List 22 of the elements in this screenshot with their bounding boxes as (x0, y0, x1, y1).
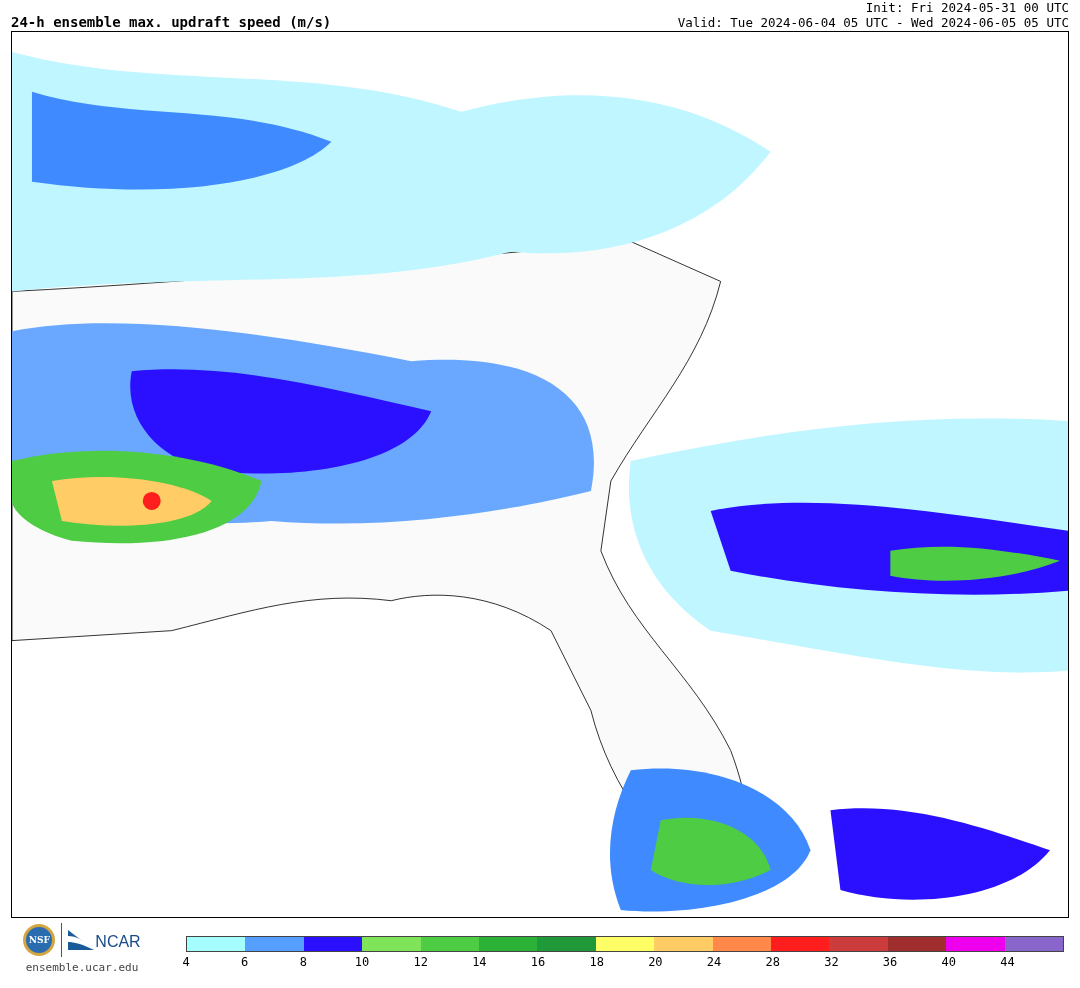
tick-label: 44 (1000, 955, 1015, 969)
tick-label: 18 (589, 955, 604, 969)
tick-label: 16 (530, 955, 546, 969)
tick-label: 10 (354, 955, 370, 969)
tick-label: 28 (765, 955, 780, 969)
tick-label: 4 (182, 955, 190, 969)
init-time: Init: Fri 2024-05-31 00 UTC (865, 0, 1069, 15)
tick-label: 40 (941, 955, 956, 969)
tick-label: 20 (648, 955, 663, 969)
tick-label: 14 (472, 955, 487, 969)
tick-label: 36 (882, 955, 898, 969)
seal-logo: NSF (23, 924, 56, 956)
tick-label: 24 (706, 955, 722, 969)
tick-label: 12 (413, 955, 428, 969)
ncar-wordmark: NCAR (95, 933, 141, 950)
valid-period: Valid: Tue 2024-06-04 05 UTC - Wed 2024-06-05 05 UTC (677, 15, 1069, 30)
wave-icon (68, 930, 95, 950)
plot-title: 24-h ensemble max. updraft speed (m/s) (11, 14, 332, 30)
tick-label: 8 (299, 955, 307, 969)
tick-label: 6 (241, 955, 249, 969)
site-url: ensemble.ucar.edu (25, 961, 139, 974)
tick-label: 32 (824, 955, 839, 969)
